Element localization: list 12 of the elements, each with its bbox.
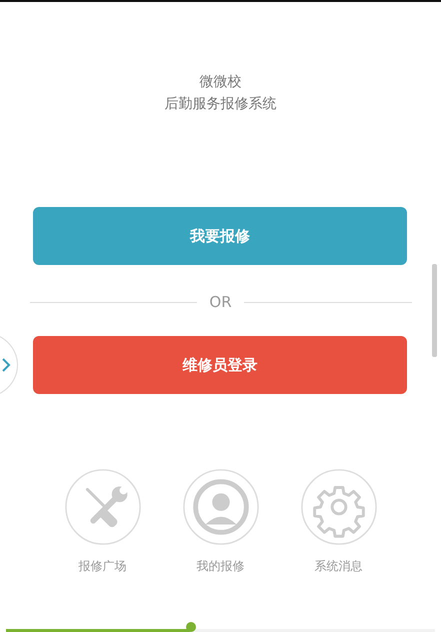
app-subtitle: 后勤服务报修系统 bbox=[164, 95, 276, 113]
app-title: 微微校 bbox=[200, 73, 242, 91]
report-button[interactable]: 我要报修 bbox=[33, 207, 407, 265]
shortcut-label: 系统消息 bbox=[314, 558, 362, 575]
shortcut-label: 报修广场 bbox=[78, 558, 126, 575]
or-label: OR bbox=[209, 293, 232, 311]
tools-icon[interactable] bbox=[64, 468, 142, 546]
scrollbar[interactable] bbox=[432, 264, 437, 357]
login-button[interactable]: 维修员登录 bbox=[33, 336, 407, 394]
user-icon[interactable] bbox=[182, 468, 260, 546]
shortcut-label: 我的报修 bbox=[196, 558, 244, 575]
gear-icon[interactable] bbox=[300, 468, 378, 546]
